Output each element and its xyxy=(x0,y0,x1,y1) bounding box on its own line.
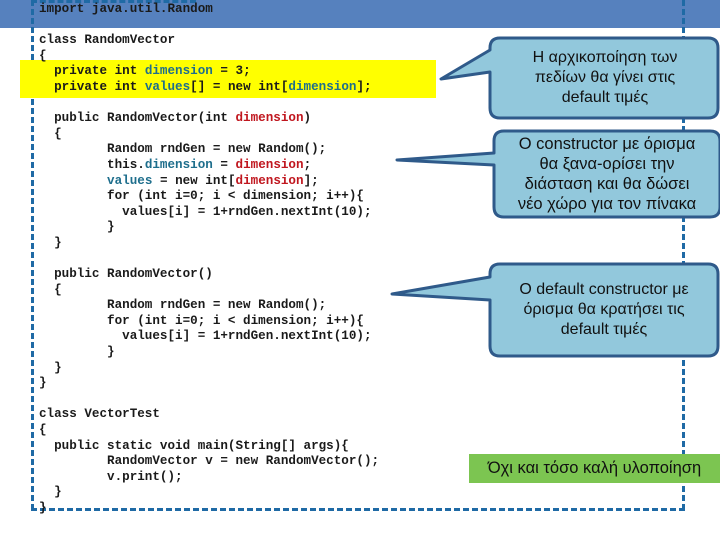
callout-param-constructor: Ο constructor με όρισμα θα ξανα-ορίσει τ… xyxy=(494,134,720,214)
callout-line: default τιμές xyxy=(560,321,648,338)
callout-line: default τιμές xyxy=(561,89,649,106)
callout-line: πεδίων θα γίνει στις xyxy=(534,69,676,86)
callout-line: νέο χώρο για τον πίνακα xyxy=(517,195,697,213)
callout-field-init: Η αρχικοποίηση των πεδίων θα γίνει στις … xyxy=(492,48,718,108)
callout-line: Ο default constructor με xyxy=(519,281,689,298)
callout-line: θα ξανα-ορίσει την xyxy=(539,155,675,173)
implementation-note: Όχι και τόσο καλή υλοποίηση xyxy=(469,454,720,483)
callout-line: όρισμα θα κρατήσει τις xyxy=(523,301,685,318)
callout-line: διάσταση και θα δώσει xyxy=(524,175,690,193)
callout-default-constructor: Ο default constructor με όρισμα θα κρατή… xyxy=(490,280,718,340)
callout-line: Ο constructor με όρισμα xyxy=(518,135,696,153)
callout-line: Η αρχικοποίηση των xyxy=(532,49,678,66)
